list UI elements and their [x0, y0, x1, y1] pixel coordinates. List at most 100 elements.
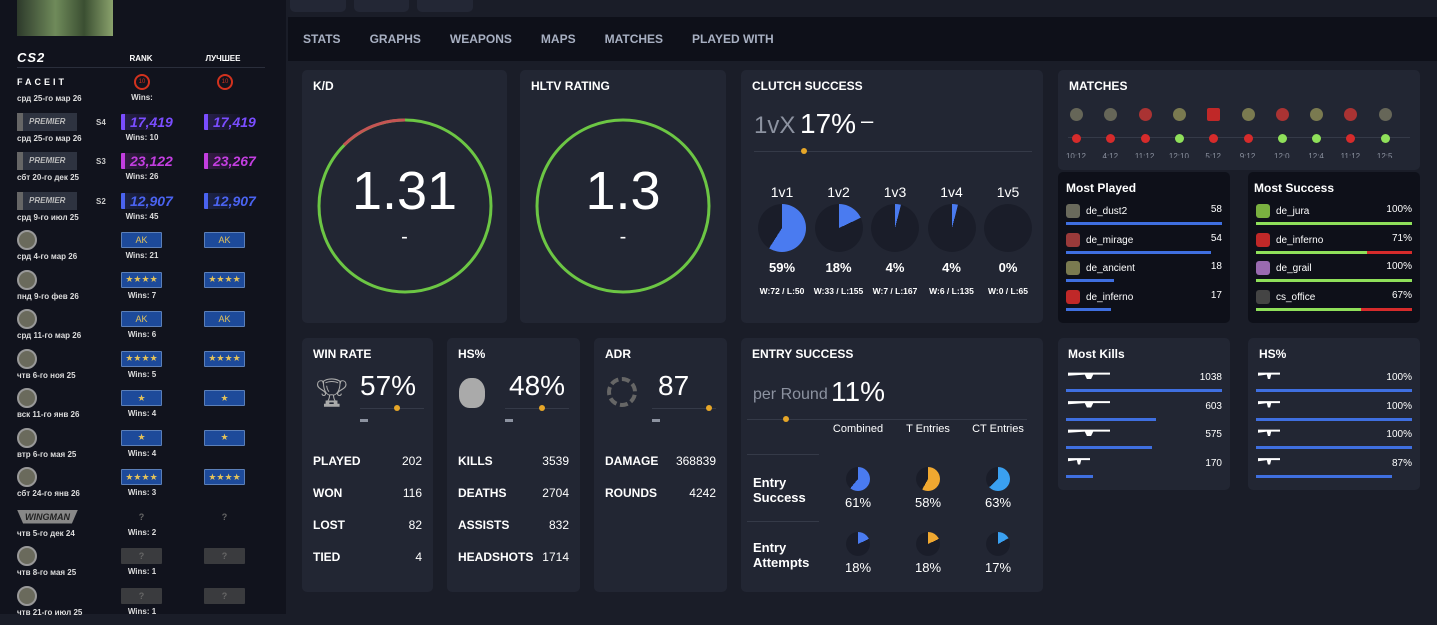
map-ancient-icon	[1172, 108, 1186, 121]
damage-icon	[607, 377, 637, 407]
list-item[interactable]: de_jura 100%	[1256, 204, 1412, 232]
stat-row: HEADSHOTS 1714	[458, 550, 569, 570]
hltv-sub: -	[619, 226, 627, 248]
matches-title: MATCHES	[1069, 79, 1128, 93]
clutch-pie	[871, 204, 919, 252]
weapon-item[interactable]: 1038	[1066, 370, 1222, 398]
match-result-dot[interactable]	[1140, 134, 1150, 143]
weapon-bar	[1256, 446, 1412, 449]
list-item[interactable]: de_ancient 18	[1066, 261, 1222, 289]
sidebar-rank-row[interactable]: FACEIT срд 25-го мар 26 Wins: 10 10	[0, 72, 286, 111]
sidebar-rank-row[interactable]: пнд 9-го фев 26 Wins: 7 ★★★★ ★★★★	[0, 269, 286, 309]
map-name: de_dust2	[1086, 206, 1128, 217]
adr-card: ADR 87 DAMAGE 368839 ROUNDS 4242	[594, 338, 727, 592]
list-item[interactable]: de_inferno 71%	[1256, 232, 1412, 261]
map-name: de_jura	[1276, 206, 1310, 217]
matches-card: MATCHES 10:12 4:12 11:12 12:10 5:12 9:12 12:0 1…	[1058, 70, 1420, 170]
entry-row-label: Entry Attempts	[753, 540, 810, 570]
tab-matches[interactable]: MATCHES	[605, 32, 663, 46]
sidebar-rank-row[interactable]: PREMIER сбт 20-го дек 25 S3 Wins: 26 23,122 2…	[0, 151, 286, 190]
clutch-wl: W:7 / L:167	[872, 286, 918, 296]
trend-dash	[360, 419, 368, 422]
stat-row: WON 116	[313, 486, 422, 506]
weapon-item[interactable]: 170	[1066, 456, 1222, 484]
sidebar-rank-row[interactable]: чтв 21-го июл 25 Wins: 1??	[0, 585, 286, 625]
weapon-value: 603	[1205, 400, 1222, 412]
match-result-dot[interactable]	[1243, 134, 1253, 143]
rank-badge: ★	[121, 390, 162, 406]
tab-maps[interactable]: MAPS	[541, 32, 576, 46]
rank-badge: ★	[121, 429, 162, 446]
sidebar-rank-row[interactable]: чтв 6-го ноя 25 Wins: 5 ★★★★ ★★★★	[0, 348, 286, 388]
weapon-item[interactable]: 87%	[1256, 456, 1412, 484]
match-score[interactable]: 11:12	[1335, 152, 1365, 158]
top-button-1[interactable]	[290, 0, 346, 12]
weapon-item[interactable]: 575	[1066, 427, 1222, 455]
match-score[interactable]: 10:12	[1061, 152, 1091, 158]
tab-graphs[interactable]: GRAPHS	[370, 32, 421, 46]
best-badge: 10	[217, 74, 233, 90]
most-played-title: Most Played	[1066, 181, 1137, 195]
trend-dot	[783, 416, 789, 422]
match-score[interactable]: 4:12	[1095, 152, 1125, 158]
sidebar-rank-row[interactable]: втр 6-го мая 25 Wins: 4 ★ ★	[0, 427, 286, 467]
match-score[interactable]: 12:0	[1267, 152, 1297, 158]
match-score[interactable]: 9:12	[1233, 152, 1263, 158]
list-item[interactable]: de_inferno 17	[1066, 289, 1222, 318]
stat-number: 82	[408, 518, 422, 532]
sidebar-header: CS2 RANK ЛУЧШЕЕ	[17, 50, 265, 68]
sidebar-rank-row[interactable]: срд 11-го мар 26 Wins: 6 AK AK	[0, 309, 286, 348]
match-result-dot[interactable]	[1277, 134, 1287, 143]
sidebar-rank-row[interactable]: PREMIER срд 9-го июл 25 S2 Wins: 45 12,907 12…	[0, 191, 286, 230]
most-success-card: Most Success de_jura 100% de_inferno 71% de_…	[1248, 172, 1420, 323]
match-result-dot[interactable]	[1209, 134, 1219, 143]
match-result-dot[interactable]	[1380, 134, 1390, 143]
match-result-dot[interactable]	[1346, 134, 1356, 143]
m4a1-icon	[1068, 429, 1110, 436]
sidebar-rank-row[interactable]: сбт 24-го янв 26 Wins: 3 ★★★★ ★★★★	[0, 467, 286, 506]
top-button-2[interactable]	[354, 0, 409, 12]
match-result-dot[interactable]	[1174, 134, 1184, 143]
match-result-dot[interactable]	[1072, 134, 1081, 143]
tab-stats[interactable]: STATS	[303, 32, 341, 46]
sidebar-rank-row[interactable]: WINGMAN чтв 5-го дек 24 Wins: 2??	[0, 507, 286, 546]
best-badge: AK	[204, 311, 245, 327]
map-name: de_inferno	[1276, 234, 1324, 246]
entry-column-header: T Entries	[906, 423, 950, 435]
weapon-item[interactable]: 603	[1066, 399, 1222, 427]
weapon-item[interactable]: 100%	[1256, 370, 1412, 398]
list-item[interactable]: de_dust2 58	[1066, 204, 1222, 232]
sidebar-rank-row[interactable]: PREMIER срд 25-го мар 26 S4 Wins: 10 17,419 1…	[0, 112, 286, 151]
weapon-item[interactable]: 100%	[1256, 399, 1412, 427]
sidebar-rank-row[interactable]: срд 4-го мар 26 Wins: 21 AK AK	[0, 230, 286, 269]
success-bar-fill	[1256, 307, 1361, 311]
map-office-icon	[17, 467, 37, 487]
wins-count: Wins: 2	[127, 527, 157, 537]
list-item[interactable]: de_grail 100%	[1256, 261, 1412, 289]
map-icon	[17, 230, 37, 250]
match-score[interactable]: 12:10	[1164, 152, 1194, 158]
best-badge: ★★★★	[204, 469, 245, 485]
avatar[interactable]	[17, 0, 113, 36]
match-result-dot[interactable]	[1312, 134, 1322, 143]
match-score[interactable]: 12:4	[1301, 152, 1331, 158]
tab-weapons[interactable]: WEAPONS	[450, 32, 512, 46]
match-result-dot[interactable]	[1106, 134, 1116, 143]
list-item[interactable]: de_mirage 54	[1066, 232, 1222, 261]
top-button-3[interactable]	[417, 0, 473, 12]
sidebar-rank-row[interactable]: вск 11-го янв 26 Wins: 4 ★ ★	[0, 388, 286, 427]
list-item[interactable]: cs_office 67%	[1256, 289, 1412, 318]
trophy-icon: 🏆︎	[314, 377, 350, 408]
row-date: чтв 5-го дек 24	[17, 528, 75, 538]
played-bar	[1066, 279, 1115, 282]
weapon-item[interactable]: 100%	[1256, 427, 1412, 455]
match-score[interactable]: 11:12	[1130, 152, 1160, 158]
best-badge: ★★★★	[204, 271, 245, 288]
entry-percent: 18%	[844, 560, 872, 575]
tab-played-with[interactable]: PLAYED WITH	[692, 32, 774, 46]
weapon-value: 87%	[1391, 457, 1412, 469]
sidebar-rank-row[interactable]: чтв 8-го мая 25 Wins: 1??	[0, 546, 286, 585]
stat-number: 4242	[689, 486, 716, 500]
match-score[interactable]: 12:5	[1370, 152, 1400, 158]
match-score[interactable]: 5:12	[1198, 152, 1228, 158]
